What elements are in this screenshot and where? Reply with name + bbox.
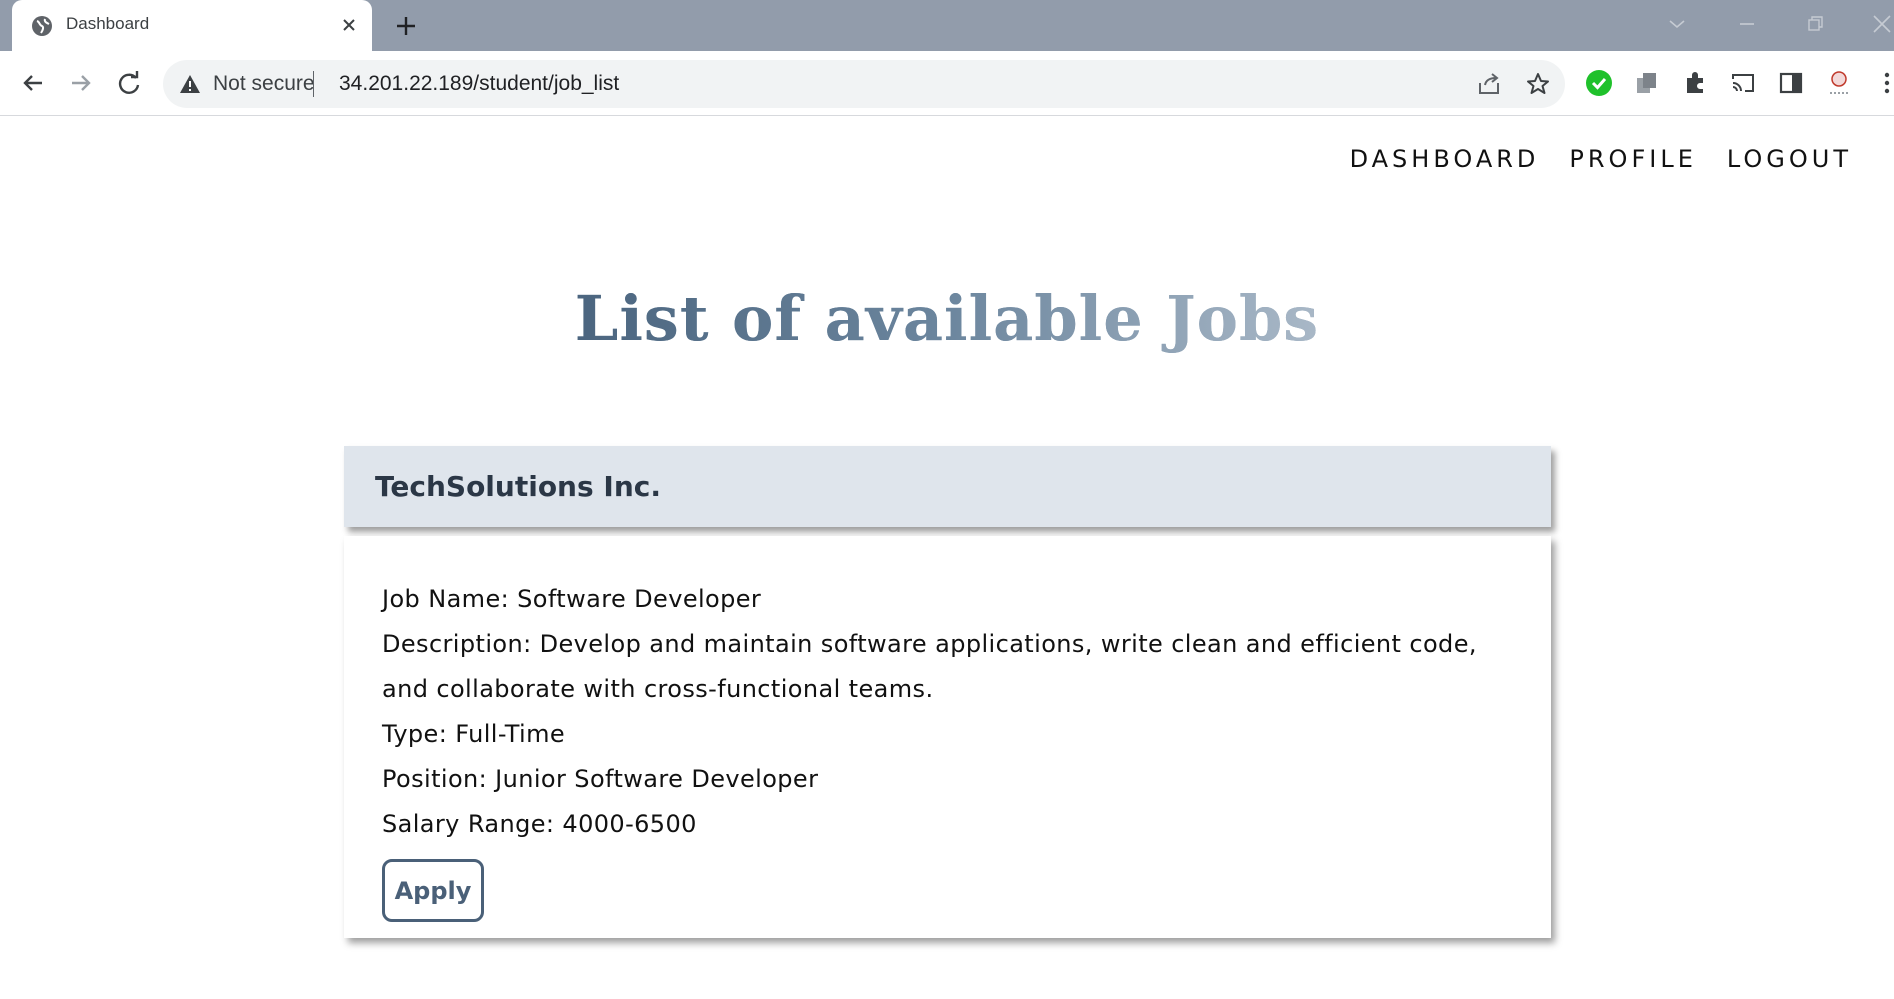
nav-profile-link[interactable]: PROFILE (1569, 145, 1696, 173)
tab-title: Dashboard (66, 14, 150, 33)
omnibox-separator (313, 71, 314, 97)
job-description: Description: Develop and maintain softwa… (382, 630, 1477, 658)
restore-icon[interactable] (1804, 12, 1828, 36)
page-title: List of available Jobs (0, 282, 1894, 355)
cast-icon[interactable] (1729, 69, 1757, 97)
forward-icon[interactable] (65, 67, 97, 99)
url-text[interactable]: 34.201.22.189/student/job_list (339, 72, 619, 96)
new-tab-icon[interactable] (393, 13, 419, 39)
browser-menu-icon[interactable] (1873, 69, 1894, 97)
browser-tab[interactable]: Dashboard (12, 0, 372, 51)
extension-copy-icon[interactable] (1633, 69, 1661, 97)
job-type: Type: Full-Time (382, 720, 566, 748)
globe-icon (32, 16, 52, 36)
profile-avatar-icon[interactable] (1825, 69, 1853, 97)
company-name: TechSolutions Inc. (375, 470, 661, 503)
job-card-body: Job Name: Software Developer Description… (344, 536, 1551, 938)
bookmark-star-icon[interactable] (1525, 71, 1551, 97)
job-card: TechSolutions Inc. Job Name: Software De… (344, 446, 1551, 938)
back-icon[interactable] (17, 67, 49, 99)
site-nav: DASHBOARD PROFILE LOGOUT (1350, 145, 1852, 173)
minimize-icon[interactable] (1735, 12, 1759, 36)
job-name: Job Name: Software Developer (382, 585, 762, 613)
browser-tab-strip: Dashboard (0, 0, 1894, 51)
close-tab-icon[interactable] (339, 15, 359, 35)
page-title-text: List of available Jobs (574, 282, 1320, 355)
reload-icon[interactable] (113, 67, 145, 99)
job-description-continued: and collaborate with cross-functional te… (382, 675, 934, 703)
warning-icon[interactable] (179, 74, 201, 94)
job-card-header: TechSolutions Inc. (344, 446, 1551, 527)
extension-check-icon[interactable] (1585, 69, 1613, 97)
address-bar[interactable]: Not secure 34.201.22.189/student/job_lis… (163, 60, 1565, 108)
close-window-icon[interactable] (1870, 12, 1894, 36)
side-panel-icon[interactable] (1777, 69, 1805, 97)
share-icon[interactable] (1476, 71, 1502, 97)
tab-search-chevron-icon[interactable] (1665, 12, 1689, 36)
security-label[interactable]: Not secure (213, 72, 315, 96)
job-salary-range: Salary Range: 4000-6500 (382, 810, 697, 838)
nav-dashboard-link[interactable]: DASHBOARD (1350, 145, 1540, 173)
nav-logout-link[interactable]: LOGOUT (1727, 145, 1852, 173)
extensions-puzzle-icon[interactable] (1681, 69, 1709, 97)
job-position: Position: Junior Software Developer (382, 765, 819, 793)
apply-button[interactable]: Apply (382, 859, 484, 922)
browser-toolbar: Not secure 34.201.22.189/student/job_lis… (0, 51, 1894, 116)
